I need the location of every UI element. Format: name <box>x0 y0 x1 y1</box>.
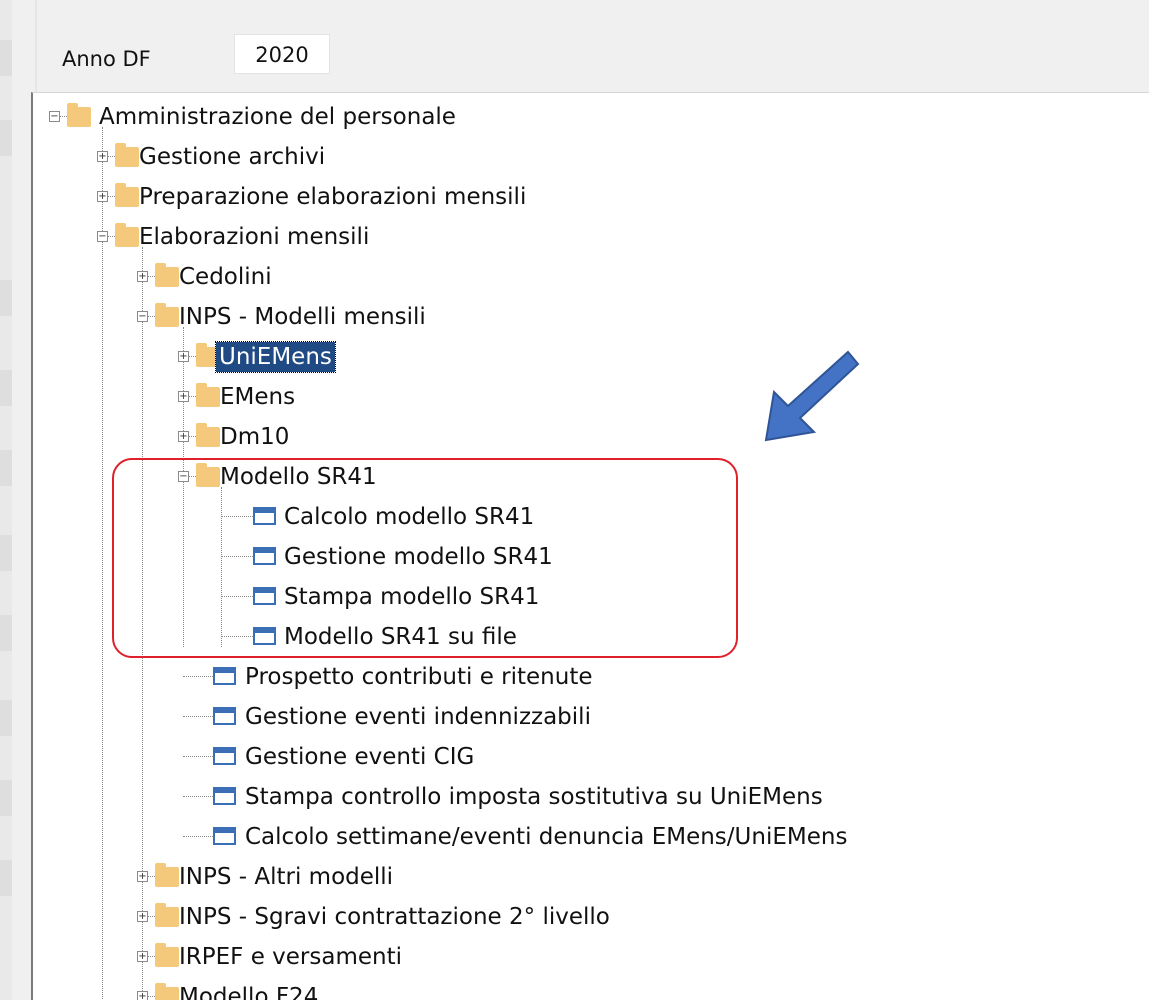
folder-icon <box>155 983 179 1000</box>
window-icon <box>213 827 236 845</box>
tree-node-amministrazione[interactable]: − Amministrazione del personale <box>33 97 1133 137</box>
expand-icon[interactable]: + <box>178 431 189 442</box>
tree-node-label: Dm10 <box>220 424 290 450</box>
expand-icon[interactable]: + <box>178 351 189 362</box>
folder-icon <box>155 263 179 287</box>
tree-leaf-stampa-controllo[interactable]: Stampa controllo imposta sostitutiva su … <box>33 777 1133 817</box>
folder-icon <box>115 143 139 167</box>
tree-leaf-eventi-indennizzabili[interactable]: Gestione eventi indennizzabili <box>33 697 1133 737</box>
tree-node-label: INPS - Modelli mensili <box>179 304 426 330</box>
collapse-icon[interactable]: − <box>97 231 108 242</box>
left-field <box>0 120 12 156</box>
tree-node-label: Prospetto contributi e ritenute <box>245 664 593 690</box>
tree-node-inps-mensili[interactable]: − INPS - Modelli mensili <box>33 297 1133 337</box>
left-field <box>0 535 12 571</box>
top-toolbar <box>37 0 1149 90</box>
tree-leaf-calcolo-settimane[interactable]: Calcolo settimane/eventi denuncia EMens/… <box>33 817 1133 857</box>
tree-node-cedolini[interactable]: + Cedolini <box>33 257 1133 297</box>
tree-node-irpef[interactable]: + IRPEF e versamenti <box>33 937 1133 977</box>
folder-icon <box>115 183 139 207</box>
tree-node-label: Amministrazione del personale <box>99 104 456 130</box>
folder-icon <box>115 223 139 247</box>
folder-icon <box>155 943 179 967</box>
collapse-icon[interactable]: − <box>137 311 148 322</box>
tree-node-label-selected: UniEMens <box>215 341 336 373</box>
folder-icon <box>155 863 179 887</box>
expand-icon[interactable]: + <box>97 151 108 162</box>
tree-node-dm10[interactable]: + Dm10 <box>33 417 1133 457</box>
left-panel-strip <box>0 0 12 1000</box>
window-icon <box>213 707 236 725</box>
left-field <box>0 700 12 736</box>
tree-node-label: Gestione eventi indennizzabili <box>245 704 591 730</box>
tree-node-preparazione[interactable]: + Preparazione elaborazioni mensili <box>33 177 1133 217</box>
folder-icon <box>67 103 91 127</box>
tree-leaf-prospetto[interactable]: Prospetto contributi e ritenute <box>33 657 1133 697</box>
window-icon <box>213 747 236 765</box>
tree-node-label: Elaborazioni mensili <box>139 224 370 250</box>
tree-node-inps-sgravi[interactable]: + INPS - Sgravi contrattazione 2° livell… <box>33 897 1133 937</box>
expand-icon[interactable]: + <box>137 271 148 282</box>
tree-node-label: Cedolini <box>179 264 272 290</box>
tree-node-label: Modello F24 <box>179 984 319 1000</box>
anno-df-label: Anno DF <box>62 47 151 71</box>
expand-icon[interactable]: + <box>137 951 148 962</box>
expand-icon[interactable]: + <box>97 191 108 202</box>
tree-node-label: INPS - Sgravi contrattazione 2° livello <box>179 904 610 930</box>
expand-icon[interactable]: + <box>178 391 189 402</box>
expand-icon[interactable]: + <box>137 911 148 922</box>
tree-leaf-eventi-cig[interactable]: Gestione eventi CIG <box>33 737 1133 777</box>
collapse-icon[interactable]: − <box>49 111 60 122</box>
tree-node-gestione-archivi[interactable]: + Gestione archivi <box>33 137 1133 177</box>
tree-node-label: Preparazione elaborazioni mensili <box>139 184 527 210</box>
left-field <box>0 40 12 76</box>
tree-node-label: Gestione eventi CIG <box>245 744 475 770</box>
left-field <box>0 860 12 896</box>
folder-icon <box>196 383 220 407</box>
tree-node-label: Calcolo settimane/eventi denuncia EMens/… <box>245 824 848 850</box>
left-field <box>0 450 12 486</box>
expand-icon[interactable]: + <box>137 871 148 882</box>
left-field <box>0 370 12 406</box>
tree-node-elaborazioni[interactable]: − Elaborazioni mensili <box>33 217 1133 257</box>
anno-df-input[interactable]: 2020 <box>234 34 330 74</box>
window-icon <box>213 667 236 685</box>
tree-node-label: IRPEF e versamenti <box>179 944 403 970</box>
tree-node-label: INPS - Altri modelli <box>179 864 394 890</box>
annotation-arrow-icon <box>764 350 860 442</box>
tree-node-label: Stampa controllo imposta sostitutiva su … <box>245 784 823 810</box>
left-field <box>0 280 12 316</box>
tree-node-uniemens[interactable]: + UniEMens <box>33 337 1133 377</box>
tree-node-f24[interactable]: + Modello F24 <box>33 977 1133 1000</box>
tree-node-label: Gestione archivi <box>139 144 326 170</box>
tree-node-label: EMens <box>220 384 296 410</box>
window-icon <box>213 787 236 805</box>
folder-icon <box>155 303 179 327</box>
expand-icon[interactable]: + <box>137 991 148 1000</box>
sr41-highlight-box <box>112 458 738 658</box>
tree-node-inps-altri[interactable]: + INPS - Altri modelli <box>33 857 1133 897</box>
folder-icon <box>155 903 179 927</box>
tree-node-emens[interactable]: + EMens <box>33 377 1133 417</box>
left-field <box>0 780 12 816</box>
left-field <box>0 615 12 651</box>
folder-icon <box>196 423 220 447</box>
